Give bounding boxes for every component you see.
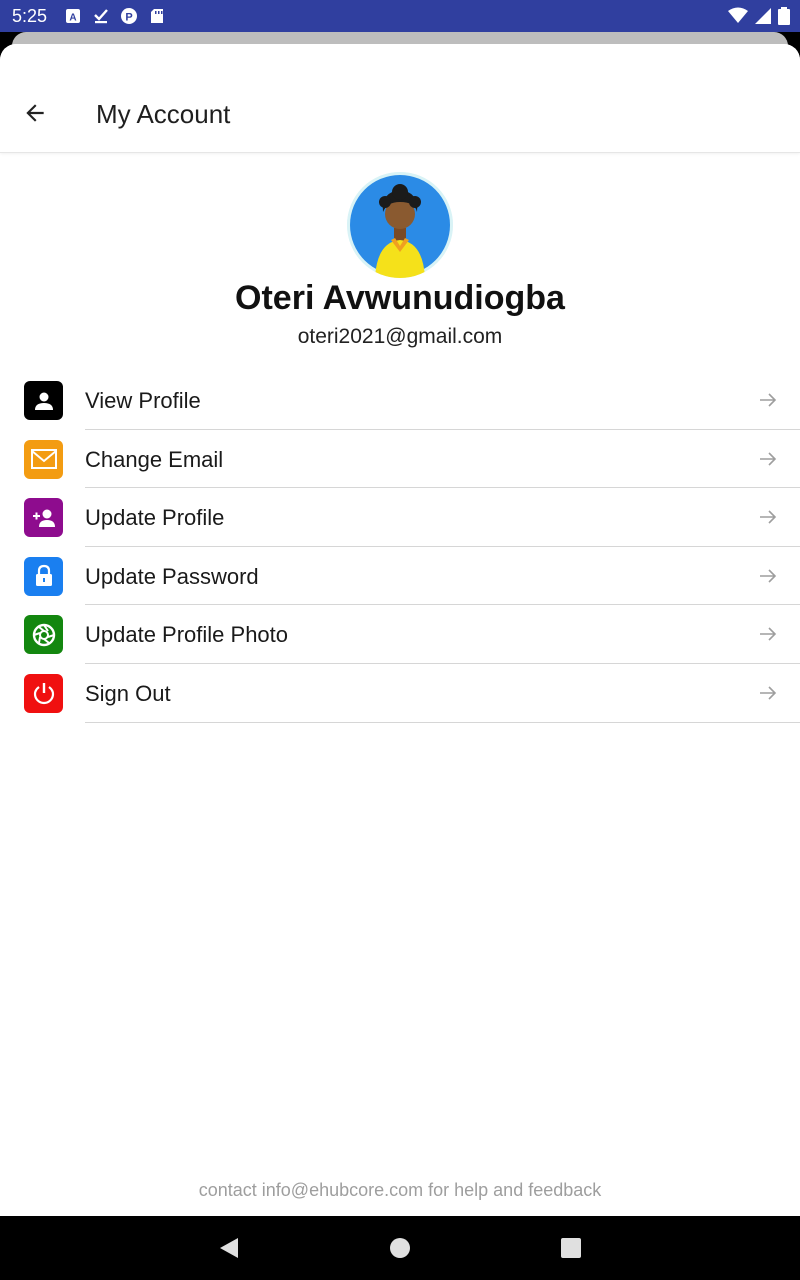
menu-item-change-email[interactable]: Change Email	[0, 430, 800, 489]
power-icon	[24, 673, 63, 713]
menu-item-label: Change Email	[85, 446, 224, 472]
arrow-right-icon	[760, 452, 777, 466]
nav-home-icon[interactable]	[388, 1236, 412, 1260]
menu-item-label: Update Profile	[85, 505, 225, 531]
person-icon	[24, 381, 63, 420]
menu-item-label: Sign Out	[85, 680, 171, 706]
menu-item-label: View Profile	[85, 388, 201, 413]
menu-item-view-profile[interactable]: View Profile	[0, 371, 800, 430]
help-footer-text: contact info@ehubcore.com for help and f…	[198, 1180, 602, 1200]
system-nav-bar	[0, 1216, 800, 1280]
menu-item-label: Update Profile Photo	[85, 622, 289, 648]
svg-text:P: P	[125, 12, 132, 24]
signal-icon	[755, 8, 771, 24]
status-time: 5:25	[12, 6, 48, 26]
menu-item-update-password[interactable]: Update Password	[0, 547, 800, 606]
arrow-right-icon	[760, 686, 777, 700]
divider	[85, 721, 800, 723]
app-bar: My Account	[0, 44, 800, 153]
menu-item-sign-out[interactable]: Sign Out	[0, 664, 800, 723]
sd-card-icon	[151, 9, 163, 23]
lock-icon	[24, 556, 63, 596]
arrow-right-icon	[760, 510, 777, 524]
back-button[interactable]	[14, 92, 56, 134]
avatar-illustration	[347, 172, 453, 278]
user-name: Oteri Avwunudiogba	[235, 279, 565, 317]
status-notification-icons: A P	[64, 7, 166, 25]
user-email: oteri2021@gmail.com	[297, 325, 503, 348]
arrow-left-icon	[26, 104, 44, 122]
page-title: My Account	[96, 99, 231, 129]
arrow-right-icon	[760, 627, 777, 641]
person-add-icon	[24, 498, 63, 538]
menu-item-update-profile-photo[interactable]: Update Profile Photo	[0, 605, 800, 664]
menu-item-update-profile[interactable]: Update Profile	[0, 488, 800, 547]
account-sheet: My Account Oteri Avwunudiogba oteri2021@…	[0, 44, 800, 1216]
status-system-icons	[728, 7, 790, 25]
arrow-right-icon	[760, 393, 777, 407]
menu-item-label: Update Password	[85, 563, 259, 589]
p-circle-icon: P	[121, 8, 137, 24]
camera-aperture-icon	[24, 615, 63, 655]
svg-text:A: A	[69, 13, 76, 24]
arrow-right-icon	[760, 569, 777, 583]
nav-recents-icon[interactable]	[559, 1236, 583, 1260]
envelope-icon	[24, 439, 63, 479]
avatar[interactable]	[347, 172, 453, 278]
text-a-icon: A	[66, 9, 80, 24]
battery-icon	[778, 7, 790, 25]
status-bar: 5:25 A P	[0, 0, 800, 32]
nav-back-icon[interactable]	[218, 1236, 242, 1260]
check-download-icon	[94, 9, 108, 24]
wifi-icon	[728, 7, 748, 23]
account-menu: View Profile Change Email Update Profile	[0, 371, 800, 723]
